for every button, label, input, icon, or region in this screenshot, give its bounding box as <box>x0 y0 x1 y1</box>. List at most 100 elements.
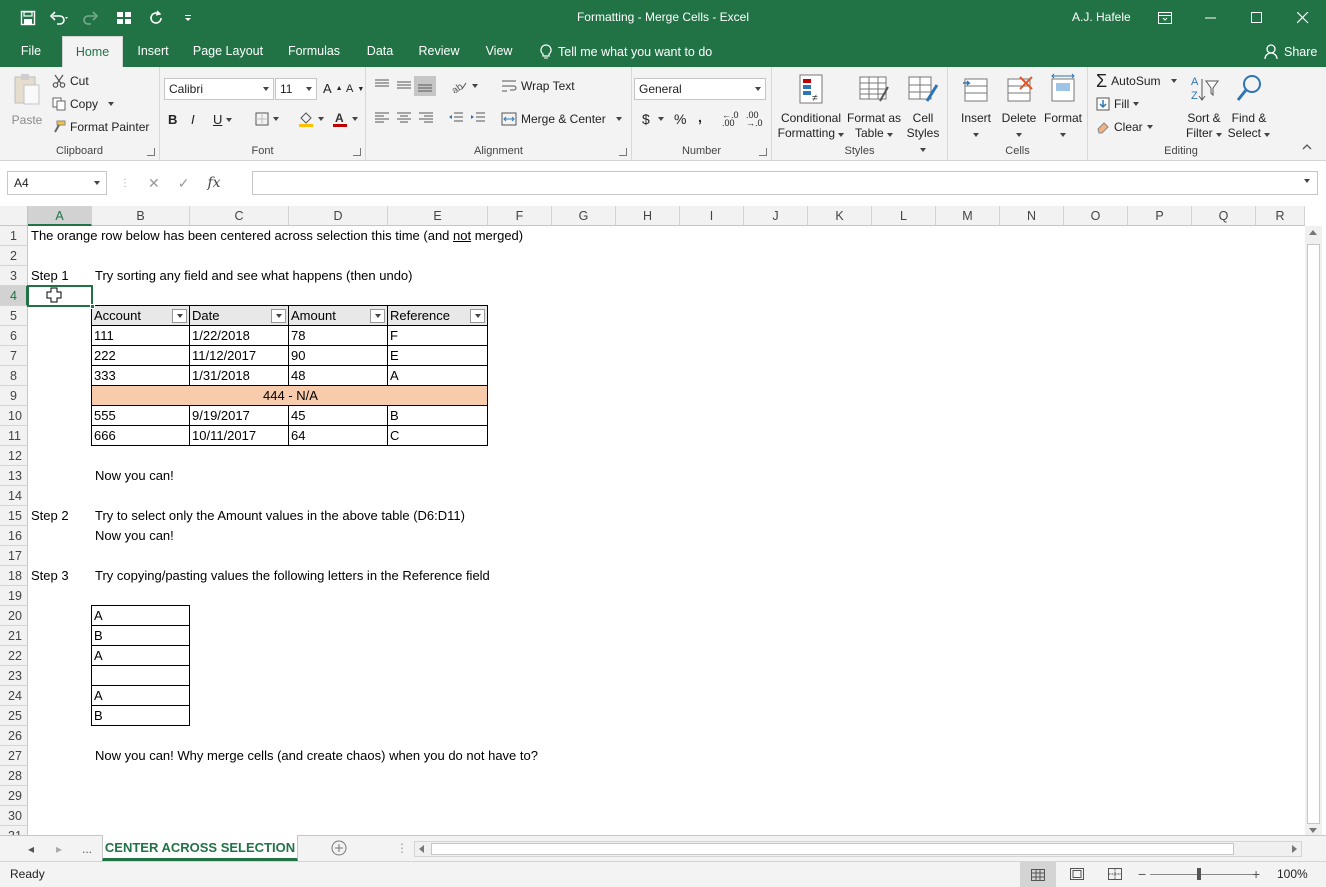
row-header[interactable]: 19 <box>0 586 28 606</box>
table-cell[interactable]: C <box>388 426 488 446</box>
font-launcher-icon[interactable] <box>353 148 361 156</box>
row-header[interactable]: 10 <box>0 406 28 426</box>
row-header[interactable]: 27 <box>0 746 28 766</box>
cell-a1[interactable]: The orange row below has been centered a… <box>28 226 523 246</box>
horizontal-scrollbar[interactable] <box>414 841 1302 857</box>
format-cells-button[interactable]: Format <box>1042 73 1084 141</box>
cell-b13[interactable]: Now you can! <box>92 466 174 486</box>
table-cell[interactable]: B <box>388 406 488 426</box>
select-all-button[interactable] <box>0 206 28 226</box>
wrap-text-button[interactable]: Wrap Text <box>501 79 575 93</box>
letter-cell[interactable]: B <box>91 706 190 726</box>
tab-page-layout[interactable]: Page Layout <box>186 36 270 67</box>
name-box[interactable]: A4 <box>7 171 107 195</box>
cell-b27[interactable]: Now you can! Why merge cells (and create… <box>92 746 538 766</box>
table-cell[interactable]: 555 <box>91 406 190 426</box>
row-header[interactable]: 21 <box>0 626 28 646</box>
row-header[interactable]: 3 <box>0 266 28 286</box>
column-header-g[interactable]: G <box>552 206 616 226</box>
row-header[interactable]: 15 <box>0 506 28 526</box>
letter-cell[interactable]: B <box>91 626 190 646</box>
normal-view-icon[interactable] <box>1020 862 1056 887</box>
cut-button[interactable]: Cut <box>52 74 89 88</box>
autosum-button[interactable]: Σ AutoSum <box>1096 72 1177 90</box>
column-header-b[interactable]: B <box>92 206 190 226</box>
row-header[interactable]: 12 <box>0 446 28 466</box>
top-align-icon[interactable] <box>374 79 390 91</box>
filter-dropdown-icon[interactable] <box>271 309 286 323</box>
row-header[interactable]: 8 <box>0 366 28 386</box>
row-header[interactable]: 23 <box>0 666 28 686</box>
column-header-d[interactable]: D <box>289 206 388 226</box>
row-header[interactable]: 25 <box>0 706 28 726</box>
row-header[interactable]: 7 <box>0 346 28 366</box>
centered-across-selection-row[interactable]: 444 - N/A <box>91 386 488 406</box>
zoom-in-icon[interactable]: + <box>1252 866 1260 882</box>
row-header[interactable]: 30 <box>0 806 28 826</box>
table-cell[interactable]: F <box>388 326 488 346</box>
insert-function-icon[interactable]: fx <box>207 175 220 191</box>
row-header[interactable]: 20 <box>0 606 28 626</box>
tab-formulas[interactable]: Formulas <box>280 36 348 67</box>
cell-b18[interactable]: Try copying/pasting values the following… <box>92 566 490 586</box>
filter-dropdown-icon[interactable] <box>172 309 187 323</box>
cell-a3[interactable]: Step 1 <box>28 266 69 286</box>
formula-input[interactable] <box>252 171 1318 195</box>
row-header[interactable]: 18 <box>0 566 28 586</box>
decrease-indent-icon[interactable] <box>448 112 464 124</box>
collapse-ribbon-icon[interactable] <box>1302 143 1312 151</box>
tell-me-box[interactable]: Tell me what you want to do <box>540 44 712 60</box>
zoom-level[interactable]: 100% <box>1277 867 1308 881</box>
cell-a15[interactable]: Step 2 <box>28 506 69 526</box>
vertical-scroll-thumb[interactable] <box>1307 244 1320 824</box>
increase-decimal-icon[interactable]: ←.0.00 <box>722 111 739 128</box>
column-header-k[interactable]: K <box>808 206 872 226</box>
row-header[interactable]: 9 <box>0 386 28 406</box>
row-header[interactable]: 11 <box>0 426 28 446</box>
new-sheet-icon[interactable] <box>331 840 347 856</box>
scroll-tabs-right-icon[interactable]: ▸ <box>56 842 62 856</box>
scroll-left-icon[interactable] <box>419 845 424 853</box>
merge-center-button[interactable]: Merge & Center <box>501 112 622 126</box>
share-button[interactable]: Share <box>1264 44 1317 60</box>
expand-formula-bar-icon[interactable] <box>1304 179 1310 183</box>
font-color-icon[interactable]: A <box>332 111 358 127</box>
row-header[interactable]: 6 <box>0 326 28 346</box>
table-cell[interactable]: 1/31/2018 <box>190 366 289 386</box>
comma-style-icon[interactable]: , <box>698 109 702 125</box>
column-header-l[interactable]: L <box>872 206 936 226</box>
cell-styles-button[interactable]: Cell Styles <box>902 73 944 156</box>
fill-handle[interactable] <box>90 304 95 309</box>
paste-button[interactable]: Paste <box>8 73 46 128</box>
format-as-table-button[interactable]: Format as Table <box>846 73 902 141</box>
orientation-icon[interactable]: ab <box>450 79 478 93</box>
worksheet-grid[interactable]: A B C D E F G H I J K L M N O P Q R 1 2 … <box>0 206 1326 835</box>
row-header[interactable]: 1 <box>0 226 28 246</box>
underline-icon[interactable]: U <box>213 112 233 127</box>
alignment-launcher-icon[interactable] <box>619 148 627 156</box>
filter-dropdown-icon[interactable] <box>370 309 385 323</box>
column-header-r[interactable]: R <box>1256 206 1305 226</box>
maximize-icon[interactable] <box>1234 0 1280 36</box>
letter-cell[interactable] <box>91 666 190 686</box>
table-cell[interactable]: E <box>388 346 488 366</box>
row-header[interactable]: 31 <box>0 826 28 835</box>
row-header[interactable]: 2 <box>0 246 28 266</box>
row-header[interactable]: 29 <box>0 786 28 806</box>
column-header-e[interactable]: E <box>388 206 488 226</box>
borders-icon[interactable] <box>255 112 279 126</box>
row-header[interactable]: 22 <box>0 646 28 666</box>
row-header[interactable]: 5 <box>0 306 28 326</box>
page-layout-view-icon[interactable] <box>1070 868 1084 880</box>
table-cell[interactable]: 10/11/2017 <box>190 426 289 446</box>
increase-font-size-icon[interactable]: A ▲ <box>323 81 343 96</box>
increase-indent-icon[interactable] <box>470 112 486 124</box>
scroll-tabs-left-icon[interactable]: ◂ <box>28 842 34 856</box>
table-header-cell[interactable]: Date <box>190 305 289 326</box>
user-name[interactable]: A.J. Hafele <box>1072 10 1131 24</box>
percent-icon[interactable]: % <box>674 111 686 127</box>
table-header-cell[interactable]: Reference <box>388 305 488 326</box>
row-header[interactable]: 28 <box>0 766 28 786</box>
font-name-select[interactable]: Calibri <box>164 78 274 100</box>
tab-review[interactable]: Review <box>410 36 468 67</box>
